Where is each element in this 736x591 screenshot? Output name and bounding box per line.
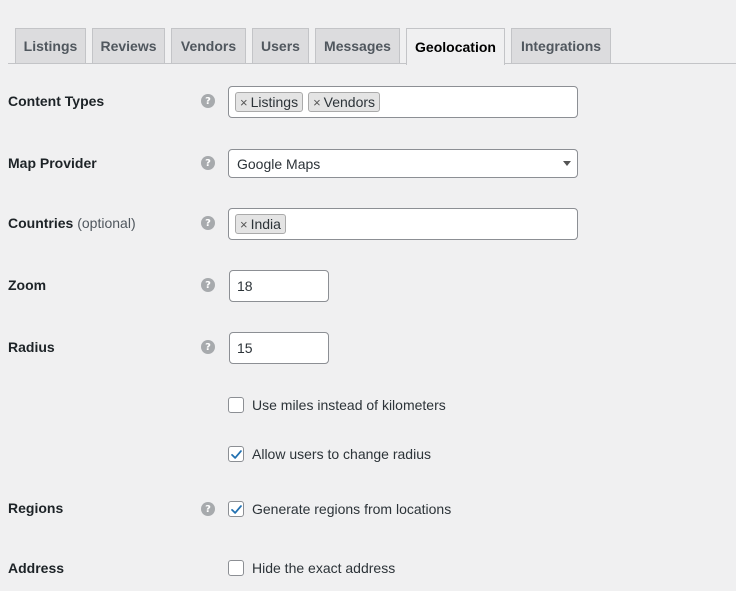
map-provider-select[interactable]: Google Maps <box>228 149 578 178</box>
zoom-label: Zoom <box>8 277 47 293</box>
x-icon[interactable]: × <box>313 95 321 110</box>
tab-users[interactable]: Users <box>252 28 309 63</box>
allow-radius-checkbox[interactable] <box>228 446 244 462</box>
generate-regions-label: Generate regions from locations <box>252 501 452 517</box>
tab-label: Listings <box>23 38 78 54</box>
use-miles-label: Use miles instead of kilometers <box>252 397 446 413</box>
help-icon[interactable]: ? <box>201 156 215 170</box>
regions-label: Regions <box>8 500 64 516</box>
map-provider-label: Map Provider <box>8 155 97 171</box>
help-icon[interactable]: ? <box>201 278 215 292</box>
tag-text: India <box>250 216 281 232</box>
tab-label: Reviews <box>100 38 157 54</box>
generate-regions-checkbox[interactable] <box>228 501 244 517</box>
tab-vendors[interactable]: Vendors <box>171 28 246 63</box>
content-types-label: Content Types <box>8 93 105 109</box>
map-provider-value: Google Maps <box>237 156 321 172</box>
tab-label: Integrations <box>520 38 602 54</box>
hide-address-checkbox[interactable] <box>228 560 244 576</box>
countries-label: Countries (optional) <box>8 215 136 231</box>
zoom-input[interactable] <box>229 270 329 302</box>
help-icon[interactable]: ? <box>201 502 215 516</box>
tab-label: Users <box>261 38 300 54</box>
tabs-divider <box>8 63 736 64</box>
tab-messages[interactable]: Messages <box>315 28 400 63</box>
tab-listings[interactable]: Listings <box>15 28 86 63</box>
countries-label-text: Countries <box>8 215 74 231</box>
x-icon[interactable]: × <box>240 95 248 110</box>
use-miles-checkbox[interactable] <box>228 397 244 413</box>
tab-label: Messages <box>324 38 391 54</box>
check-icon <box>230 504 242 514</box>
hide-address-label: Hide the exact address <box>252 560 396 576</box>
tab-reviews[interactable]: Reviews <box>92 28 165 63</box>
countries-select[interactable]: × India <box>228 208 578 240</box>
tag-text: Listings <box>250 94 299 110</box>
radius-input[interactable] <box>229 332 329 364</box>
help-icon[interactable]: ? <box>201 216 215 230</box>
address-label: Address <box>8 560 65 576</box>
tag-india: × India <box>235 214 286 234</box>
tag-listings: × Listings <box>235 92 304 112</box>
radius-label: Radius <box>8 339 55 355</box>
check-icon <box>230 449 242 459</box>
tab-label: Geolocation <box>415 39 496 55</box>
content-types-select[interactable]: × Listings × Vendors <box>228 86 578 118</box>
optional-label: (optional) <box>77 215 136 231</box>
tab-label: Vendors <box>180 38 237 54</box>
help-icon[interactable]: ? <box>201 340 215 354</box>
tag-text: Vendors <box>323 94 376 110</box>
chevron-down-icon <box>563 161 571 166</box>
tab-integrations[interactable]: Integrations <box>511 28 611 63</box>
help-icon[interactable]: ? <box>201 94 215 108</box>
tag-vendors: × Vendors <box>308 92 381 112</box>
allow-radius-label: Allow users to change radius <box>252 446 431 462</box>
tab-geolocation[interactable]: Geolocation <box>406 28 505 65</box>
x-icon[interactable]: × <box>240 217 248 232</box>
